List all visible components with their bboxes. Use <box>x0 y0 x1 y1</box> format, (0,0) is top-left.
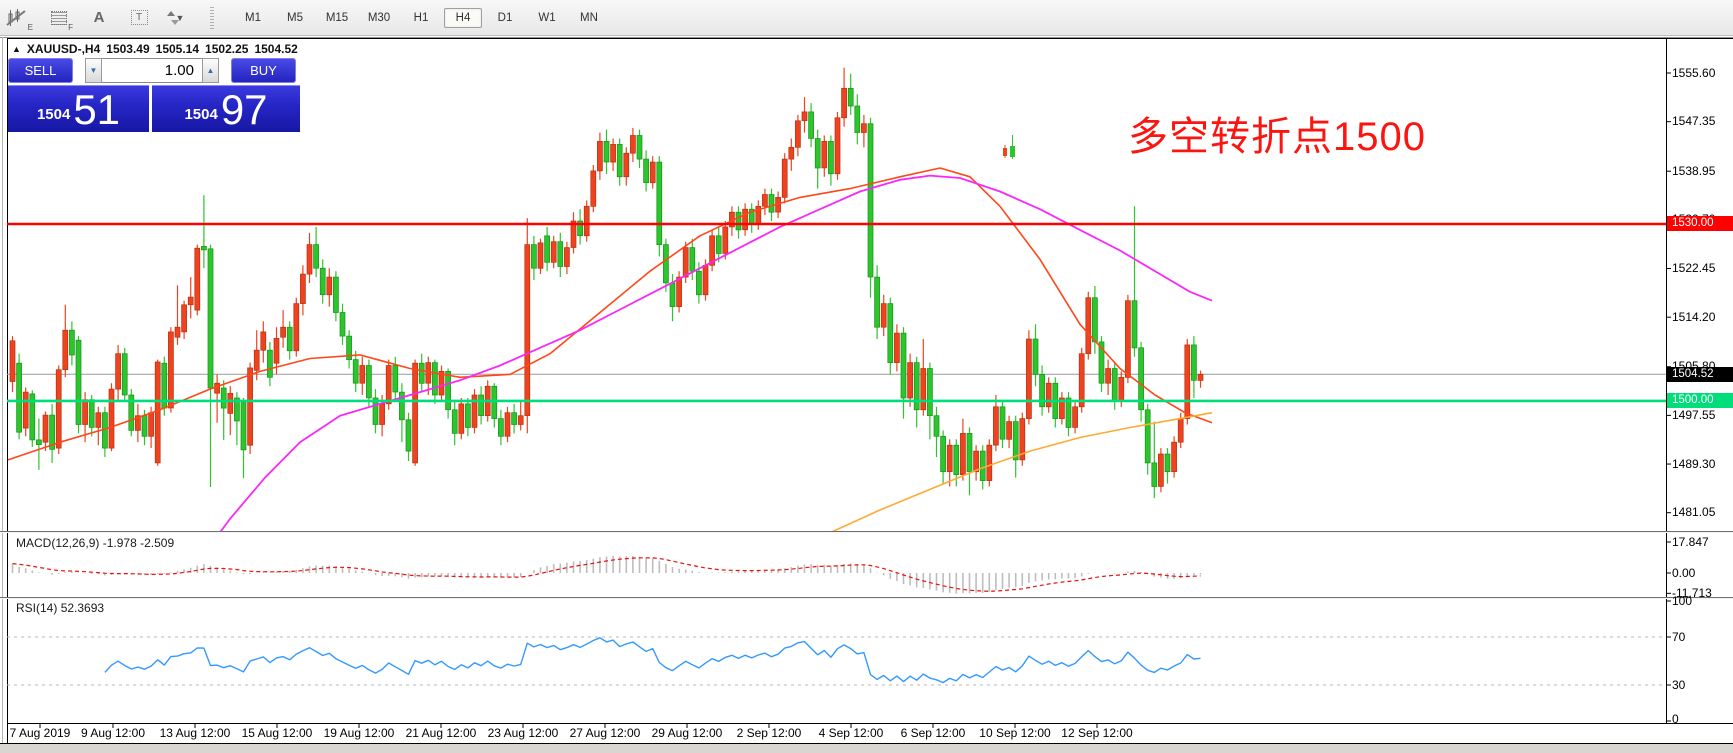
buy-button[interactable]: BUY <box>231 58 296 83</box>
sell-price-box[interactable]: 1504 51 <box>8 85 149 132</box>
candles-pencil-glyph <box>6 8 26 26</box>
volume-decrease-button[interactable]: ▼ <box>85 58 102 83</box>
date-tick-label: 9 Aug 12:00 <box>80 726 146 740</box>
icon-badge: F <box>68 22 73 32</box>
window-bottom-strip <box>0 744 1733 753</box>
arrows-glyph <box>167 10 179 25</box>
object-arrows-icon[interactable]: ▼ <box>166 6 192 30</box>
one-click-trade-panel: SELL ▼ ▲ BUY 1504 51 1504 97 <box>8 58 300 132</box>
rsi-label: RSI(14) 52.3693 <box>16 601 105 615</box>
date-tick-label: 15 Aug 12:00 <box>241 726 313 740</box>
timeframe-button-m5[interactable]: M5 <box>276 8 314 28</box>
timeframe-button-h4[interactable]: H4 <box>444 7 482 28</box>
date-tick-label: 27 Aug 12:00 <box>569 726 641 740</box>
price-tick-label: 1489.30 <box>1672 456 1716 471</box>
mt4-window: E F A T ▼ M1 M5 M15 M30 H1 H4 D1 W1 MN ▲… <box>0 0 1733 753</box>
collapse-arrow-icon[interactable]: ▲ <box>12 44 21 54</box>
text-label-icon[interactable]: A <box>86 6 112 30</box>
date-tick-label: 6 Sep 12:00 <box>900 726 966 740</box>
date-tick-label: 21 Aug 12:00 <box>405 726 477 740</box>
price-tick-label: 1555.60 <box>1672 65 1716 80</box>
icon-badge: E <box>27 22 33 32</box>
rsi-tick-label: 30 <box>1672 677 1686 692</box>
price-tick-label: 1481.05 <box>1672 505 1716 520</box>
chart-text-annotation: 多空转折点1500 <box>1128 115 1426 159</box>
date-tick-label: 29 Aug 12:00 <box>651 726 723 740</box>
date-tick-label: 13 Aug 12:00 <box>159 726 231 740</box>
rsi-tick-label: 70 <box>1672 629 1686 644</box>
date-tick-label: 10 Sep 12:00 <box>979 726 1051 740</box>
date-tick-label: 19 Aug 12:00 <box>323 726 395 740</box>
volume-input[interactable] <box>102 58 202 83</box>
ohlc-open: 1503.49 <box>106 42 150 56</box>
timeframe-button-h1[interactable]: H1 <box>402 8 440 28</box>
ohlc-close: 1504.52 <box>254 42 298 56</box>
toolbar: E F A T ▼ M1 M5 M15 M30 H1 H4 D1 W1 MN <box>0 0 1733 36</box>
price-tick-label: 1547.35 <box>1672 114 1716 129</box>
current-price-label: 1504.52 <box>1667 366 1733 382</box>
ohlc-low: 1502.25 <box>205 42 249 56</box>
chart-objects-icon[interactable]: E <box>6 6 33 32</box>
price-tick-label: 1522.45 <box>1672 261 1716 276</box>
macd-tick-label: 17.847 <box>1672 534 1709 549</box>
rsi-tick-label: 100 <box>1672 593 1693 608</box>
symbol-name: XAUUSD-,H4 <box>26 42 101 56</box>
macd-value: -1.978 <box>102 536 137 550</box>
price-tick-label: 1538.95 <box>1672 163 1716 178</box>
rsi-canvas[interactable] <box>0 599 1733 745</box>
buy-price-pips: 97 <box>220 86 268 133</box>
hline-price-label-1500: 1500.00 <box>1667 393 1733 409</box>
rsi-value: 52.3693 <box>60 601 105 615</box>
grid-glyph <box>51 10 67 25</box>
letter-a-glyph: A <box>93 9 105 26</box>
buy-price-main: 1504 <box>184 106 218 123</box>
sell-button[interactable]: SELL <box>8 58 73 83</box>
timeframe-button-d1[interactable]: D1 <box>486 8 524 28</box>
buy-price-box[interactable]: 1504 97 <box>152 85 300 132</box>
sell-price-pips: 51 <box>73 86 121 133</box>
symbol-header: ▲ XAUUSD-,H4 1503.49 1505.14 1502.25 150… <box>12 42 298 56</box>
date-tick-label: 12 Sep 12:00 <box>1061 726 1133 740</box>
grid-icon[interactable]: F <box>46 6 73 32</box>
timeframe-button-m1[interactable]: M1 <box>234 8 272 28</box>
volume-increase-button[interactable]: ▲ <box>202 58 219 83</box>
hline-price-label-1530: 1530.00 <box>1667 216 1733 232</box>
macd-canvas[interactable] <box>0 533 1733 597</box>
timeframe-bar: M1 M5 M15 M30 H1 H4 D1 W1 MN <box>234 7 608 28</box>
letter-t-glyph: T <box>130 10 148 25</box>
ohlc-high: 1505.14 <box>155 42 200 56</box>
text-box-icon[interactable]: T <box>126 6 152 30</box>
sell-price-main: 1504 <box>36 106 71 123</box>
timeframe-button-mn[interactable]: MN <box>570 8 608 28</box>
macd-tick-label: 0.00 <box>1672 565 1696 580</box>
macd-label: MACD(12,26,9) -1.978 -2.509 <box>16 536 175 550</box>
macd-signal-value: -2.509 <box>140 536 175 550</box>
date-tick-label: 2 Sep 12:00 <box>736 726 802 740</box>
timeframe-button-w1[interactable]: W1 <box>528 8 566 28</box>
toolbar-drag-handle[interactable] <box>210 6 214 29</box>
timeframe-button-m15[interactable]: M15 <box>318 8 356 28</box>
timeframe-button-m30[interactable]: M30 <box>360 8 398 28</box>
price-tick-label: 1514.20 <box>1672 309 1716 324</box>
price-tick-label: 1497.55 <box>1672 407 1716 422</box>
date-tick-label: 23 Aug 12:00 <box>487 726 559 740</box>
rsi-tick-label: 0 <box>1672 711 1679 726</box>
date-tick-label: 4 Sep 12:00 <box>818 726 884 740</box>
